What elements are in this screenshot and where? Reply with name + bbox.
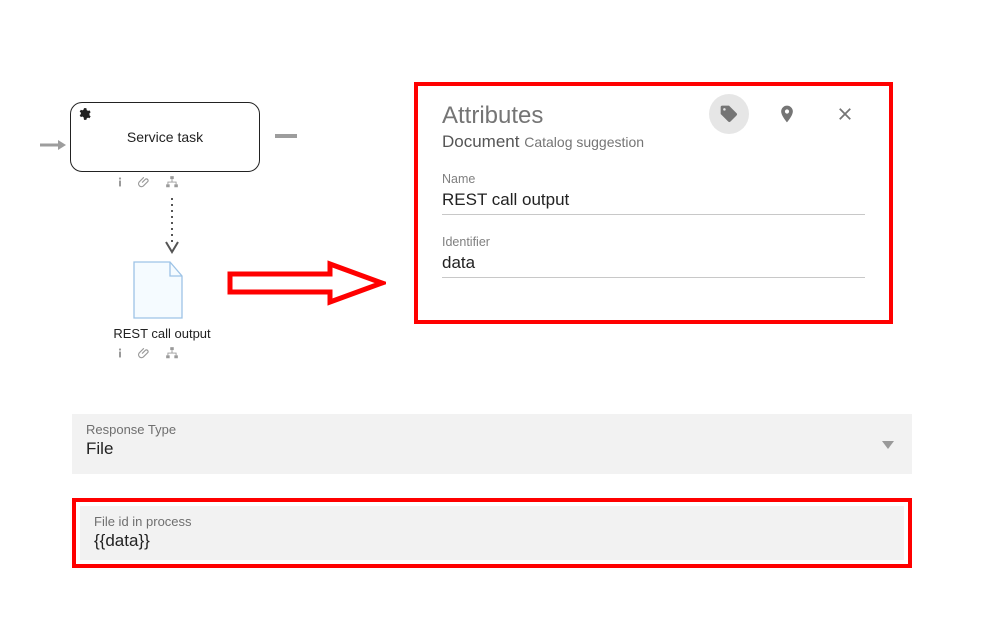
location-pin-icon[interactable] (767, 94, 807, 134)
identifier-field-label: Identifier (442, 235, 865, 249)
identifier-field[interactable] (442, 251, 865, 278)
response-type-select[interactable]: Response Type File (72, 414, 912, 474)
incoming-sequence-flow (40, 138, 64, 150)
name-field[interactable] (442, 188, 865, 215)
gear-icon (77, 107, 91, 126)
attributes-panel-title: Attributes (442, 102, 644, 130)
data-association-edge (152, 198, 192, 258)
hierarchy-icon[interactable] (164, 346, 180, 365)
attachment-icon[interactable] (138, 346, 152, 365)
attachment-icon[interactable] (138, 175, 152, 189)
response-type-value: File (86, 439, 898, 459)
file-id-label: File id in process (94, 514, 890, 529)
data-object-label: REST call output (92, 326, 232, 341)
data-object-node[interactable] (130, 258, 186, 322)
response-type-label: Response Type (86, 422, 898, 437)
hierarchy-icon[interactable] (164, 175, 180, 189)
task-mini-toolbar (114, 175, 180, 189)
service-task-label: Service task (127, 129, 203, 145)
outgoing-connector-handle[interactable] (275, 134, 297, 138)
annotation-arrow-icon (226, 260, 386, 306)
attributes-panel-subtitle: Document Catalog suggestion (442, 132, 644, 152)
data-object-mini-toolbar (114, 346, 180, 365)
service-task-node[interactable]: Service task (70, 102, 260, 172)
name-field-label: Name (442, 172, 865, 186)
info-icon[interactable] (114, 175, 126, 189)
info-icon[interactable] (114, 346, 126, 365)
file-id-field[interactable]: File id in process {{data}} (80, 506, 904, 560)
file-id-value: {{data}} (94, 531, 890, 551)
attributes-panel: Attributes Document Catalog suggestion N… (414, 82, 893, 324)
file-id-highlight-box: File id in process {{data}} (72, 498, 912, 568)
tag-icon[interactable] (709, 94, 749, 134)
chevron-down-icon (882, 436, 894, 454)
close-icon[interactable] (825, 94, 865, 134)
